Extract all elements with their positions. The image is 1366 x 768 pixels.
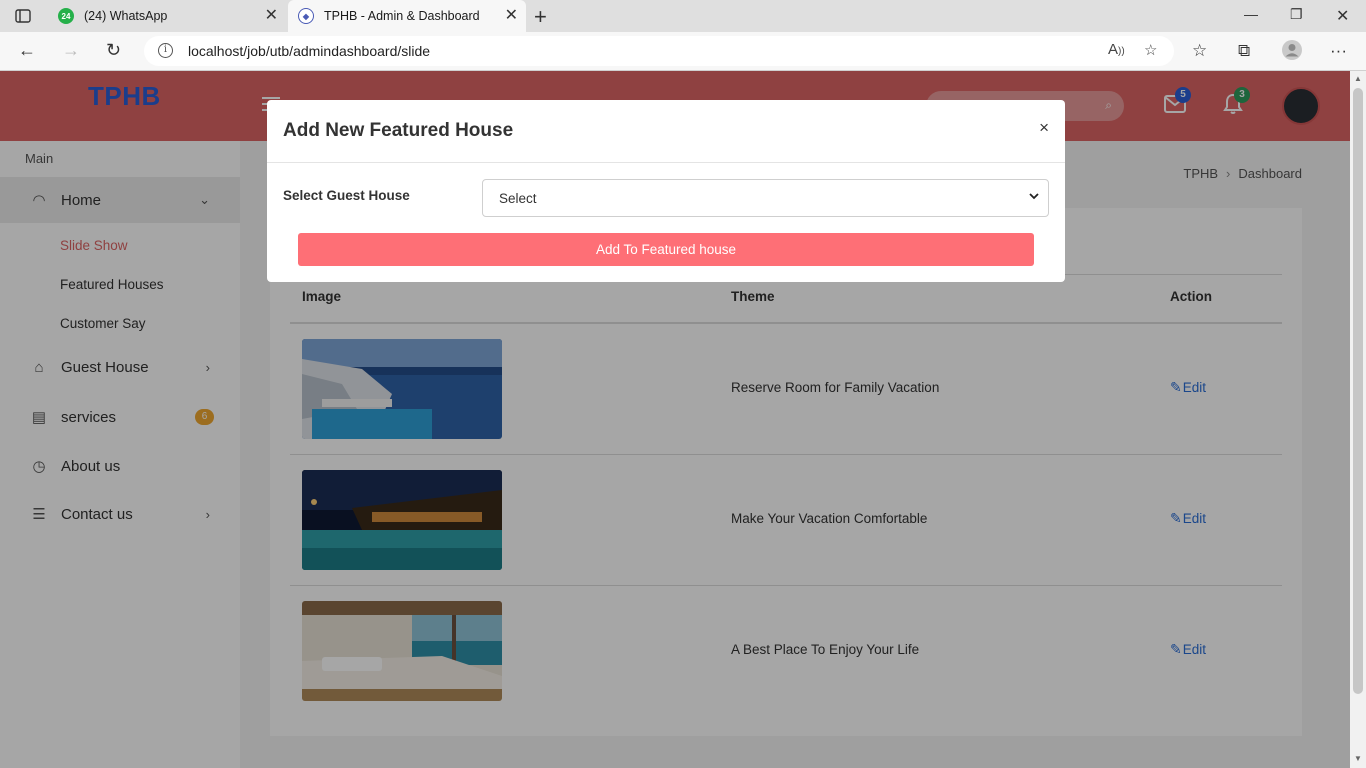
scroll-down-icon[interactable]: ▼ <box>1354 754 1362 763</box>
favorites-icon[interactable]: ☆ <box>1192 41 1207 61</box>
restore-icon[interactable]: ❐ <box>1290 6 1303 23</box>
scroll-up-icon[interactable]: ▲ <box>1354 74 1362 83</box>
chevron-down-icon <box>1028 190 1040 205</box>
tab-actions-icon[interactable] <box>14 7 32 25</box>
guest-house-label: Select Guest House <box>283 188 410 203</box>
add-favorite-icon[interactable]: ☆ <box>1144 41 1157 59</box>
close-icon[interactable]: × <box>1039 118 1049 138</box>
collections-icon[interactable]: ⧉ <box>1238 41 1250 61</box>
tab-close-icon[interactable]: ✕ <box>265 8 278 24</box>
modal-divider <box>267 162 1065 163</box>
site-info-icon[interactable]: i <box>158 43 173 58</box>
whatsapp-favicon-icon: 24 <box>58 8 74 24</box>
window-close-icon[interactable]: ✕ <box>1336 6 1349 26</box>
tab-tphb-label: TPHB - Admin & Dashboard <box>324 9 480 23</box>
url-field[interactable]: i localhost/job/utb/admindashboard/slide… <box>144 36 1174 66</box>
forward-icon[interactable]: → <box>62 40 80 61</box>
add-featured-house-modal: Add New Featured House × Select Guest Ho… <box>267 100 1065 282</box>
tab-tphb[interactable]: ◆ TPHB - Admin & Dashboard ✕ <box>288 0 526 32</box>
read-aloud-icon[interactable]: A)) <box>1108 41 1125 58</box>
profile-icon[interactable] <box>1281 39 1303 66</box>
add-to-featured-button[interactable]: Add To Featured house <box>298 233 1034 266</box>
browser-address-bar: ← → ↻ i localhost/job/utb/admindashboard… <box>0 32 1366 71</box>
url-text: localhost/job/utb/admindashboard/slide <box>188 43 431 59</box>
shield-favicon-icon: ◆ <box>298 8 314 24</box>
scrollbar-thumb[interactable] <box>1353 88 1363 694</box>
page-scrollbar[interactable]: ▲ ▼ <box>1350 71 1366 768</box>
tab-close-icon[interactable]: ✕ <box>505 8 518 24</box>
tab-whatsapp[interactable]: 24 (24) WhatsApp ✕ <box>48 0 286 32</box>
tab-whatsapp-label: (24) WhatsApp <box>84 9 168 23</box>
new-tab-icon[interactable]: + <box>534 4 547 30</box>
browser-tab-bar: 24 (24) WhatsApp ✕ ◆ TPHB - Admin & Dash… <box>0 0 1366 32</box>
guest-house-select[interactable]: Select <box>482 179 1049 217</box>
more-icon[interactable]: ··· <box>1330 41 1347 61</box>
reload-icon[interactable]: ↻ <box>106 40 121 61</box>
modal-title: Add New Featured House <box>283 120 514 141</box>
page: TPHB ⌕ 5 3 Main ◠ Home ⌄ Slide Show Feat… <box>0 71 1350 768</box>
back-icon[interactable]: ← <box>18 40 36 61</box>
guest-house-select-value: Select <box>499 191 537 206</box>
minimize-icon[interactable]: — <box>1244 6 1258 22</box>
